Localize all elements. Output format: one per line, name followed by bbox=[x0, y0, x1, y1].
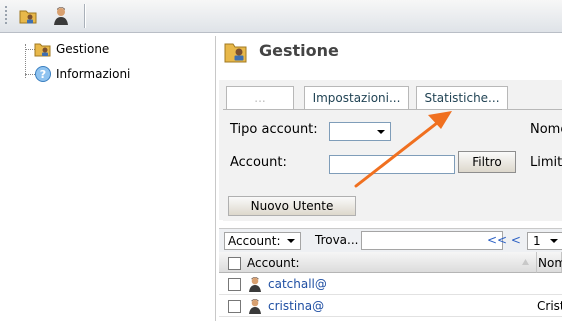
tab-label: ... bbox=[254, 91, 266, 105]
tab-impostazioni[interactable]: Impostazioni... bbox=[304, 86, 409, 109]
nome-cell: Crist bbox=[537, 299, 562, 313]
tab-statistiche[interactable]: Statistiche... bbox=[416, 86, 508, 109]
folder-user-icon bbox=[224, 43, 247, 63]
user-icon bbox=[54, 7, 68, 25]
navigation-tree: Gestione ? Informazioni bbox=[0, 36, 216, 321]
tipo-account-label: Tipo account: bbox=[230, 122, 318, 137]
manage-button[interactable] bbox=[17, 5, 39, 27]
trova-label: Trova... bbox=[315, 233, 359, 247]
grid-toolbar: Account: Trova... << < 1 bbox=[219, 228, 562, 253]
tab-content: Tipo account: Nome Account: Filtro Limit… bbox=[223, 109, 562, 221]
row-checkbox[interactable] bbox=[228, 300, 241, 313]
tab-panel: ... Impostazioni... Statistiche... Tipo … bbox=[219, 80, 562, 221]
page-select[interactable]: 1 bbox=[527, 232, 562, 250]
folder-user-icon bbox=[34, 43, 51, 57]
account-link[interactable]: catchall@ bbox=[268, 277, 327, 291]
account-label: Account: bbox=[230, 155, 287, 170]
column-header-account[interactable]: Account: bbox=[219, 252, 537, 273]
tab-label: Impostazioni... bbox=[312, 91, 401, 105]
sort-ascending-icon bbox=[522, 259, 529, 265]
filtro-button[interactable]: Filtro bbox=[458, 151, 516, 173]
tree-item-label: Gestione bbox=[56, 42, 110, 56]
toolbar-separator bbox=[84, 4, 85, 28]
account-input[interactable] bbox=[329, 155, 455, 174]
page-header: Gestione bbox=[219, 36, 562, 78]
accounts-table: Account: Nome catchall@ cristina@ Crist bbox=[219, 252, 562, 321]
chevron-down-icon bbox=[377, 130, 385, 134]
table-row[interactable]: cristina@ Crist bbox=[219, 295, 562, 317]
tree-item-label: Informazioni bbox=[56, 67, 131, 81]
select-all-checkbox[interactable] bbox=[228, 257, 241, 270]
tree-item-gestione[interactable]: Gestione bbox=[34, 40, 109, 58]
chevron-down-icon bbox=[550, 239, 558, 243]
nome-label: Nome bbox=[530, 122, 562, 137]
svg-text:?: ? bbox=[40, 68, 46, 81]
user-icon bbox=[249, 299, 261, 314]
tab-general[interactable]: ... bbox=[226, 86, 294, 110]
nuovo-utente-button[interactable]: Nuovo Utente bbox=[228, 196, 356, 216]
pager-previous[interactable]: << < bbox=[487, 233, 521, 247]
user-button[interactable] bbox=[50, 5, 72, 27]
search-input[interactable] bbox=[361, 231, 503, 250]
toolbar bbox=[0, 0, 562, 33]
tree-item-informazioni[interactable]: ? Informazioni bbox=[34, 65, 130, 83]
tipo-account-select[interactable] bbox=[329, 122, 391, 141]
limite-label: Limite bbox=[530, 155, 562, 170]
user-icon bbox=[249, 277, 261, 292]
account-link[interactable]: cristina@ bbox=[268, 299, 324, 313]
folder-user-icon bbox=[19, 10, 37, 24]
row-checkbox[interactable] bbox=[228, 278, 241, 291]
page-title: Gestione bbox=[259, 41, 339, 60]
chevron-down-icon bbox=[287, 239, 295, 243]
help-icon: ? bbox=[35, 66, 51, 82]
search-field-select[interactable]: Account: bbox=[224, 232, 301, 250]
toolbar-grip[interactable] bbox=[5, 6, 7, 26]
tab-label: Statistiche... bbox=[424, 91, 500, 105]
table-row[interactable]: catchall@ bbox=[219, 273, 562, 295]
column-header-nome[interactable]: Nome bbox=[537, 252, 562, 273]
